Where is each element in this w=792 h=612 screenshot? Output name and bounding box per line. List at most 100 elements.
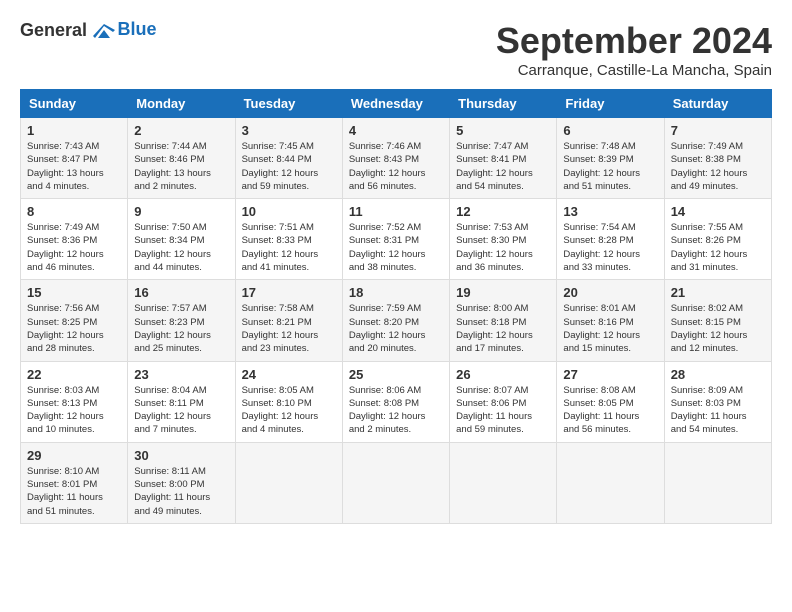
logo-icon bbox=[93, 24, 115, 40]
day-number: 15 bbox=[27, 285, 121, 300]
calendar-week-2: 8 Sunrise: 7:49 AMSunset: 8:36 PMDayligh… bbox=[21, 199, 772, 280]
day-number: 8 bbox=[27, 204, 121, 219]
day-info: Sunrise: 7:47 AMSunset: 8:41 PMDaylight:… bbox=[456, 141, 533, 192]
month-year-title: September 2024 bbox=[496, 20, 772, 62]
table-row: 1 Sunrise: 7:43 AMSunset: 8:47 PMDayligh… bbox=[21, 118, 128, 199]
table-row: 7 Sunrise: 7:49 AMSunset: 8:38 PMDayligh… bbox=[664, 118, 771, 199]
table-row bbox=[557, 442, 664, 523]
day-info: Sunrise: 7:44 AMSunset: 8:46 PMDaylight:… bbox=[134, 141, 211, 192]
table-row: 6 Sunrise: 7:48 AMSunset: 8:39 PMDayligh… bbox=[557, 118, 664, 199]
day-number: 11 bbox=[349, 204, 443, 219]
table-row: 10 Sunrise: 7:51 AMSunset: 8:33 PMDaylig… bbox=[235, 199, 342, 280]
day-number: 27 bbox=[563, 367, 657, 382]
day-info: Sunrise: 8:11 AMSunset: 8:00 PMDaylight:… bbox=[134, 466, 210, 517]
col-monday: Monday bbox=[128, 90, 235, 118]
day-info: Sunrise: 7:57 AMSunset: 8:23 PMDaylight:… bbox=[134, 303, 211, 354]
col-saturday: Saturday bbox=[664, 90, 771, 118]
table-row: 17 Sunrise: 7:58 AMSunset: 8:21 PMDaylig… bbox=[235, 280, 342, 361]
day-info: Sunrise: 7:49 AMSunset: 8:38 PMDaylight:… bbox=[671, 141, 748, 192]
table-row: 19 Sunrise: 8:00 AMSunset: 8:18 PMDaylig… bbox=[450, 280, 557, 361]
calendar-week-4: 22 Sunrise: 8:03 AMSunset: 8:13 PMDaylig… bbox=[21, 361, 772, 442]
table-row: 16 Sunrise: 7:57 AMSunset: 8:23 PMDaylig… bbox=[128, 280, 235, 361]
logo-blue-text: Blue bbox=[118, 19, 157, 40]
table-row bbox=[342, 442, 449, 523]
col-friday: Friday bbox=[557, 90, 664, 118]
day-info: Sunrise: 7:45 AMSunset: 8:44 PMDaylight:… bbox=[242, 141, 319, 192]
day-number: 25 bbox=[349, 367, 443, 382]
day-number: 22 bbox=[27, 367, 121, 382]
calendar-week-3: 15 Sunrise: 7:56 AMSunset: 8:25 PMDaylig… bbox=[21, 280, 772, 361]
day-info: Sunrise: 8:07 AMSunset: 8:06 PMDaylight:… bbox=[456, 385, 532, 436]
table-row: 22 Sunrise: 8:03 AMSunset: 8:13 PMDaylig… bbox=[21, 361, 128, 442]
day-info: Sunrise: 7:58 AMSunset: 8:21 PMDaylight:… bbox=[242, 303, 319, 354]
day-number: 30 bbox=[134, 448, 228, 463]
day-number: 28 bbox=[671, 367, 765, 382]
table-row: 20 Sunrise: 8:01 AMSunset: 8:16 PMDaylig… bbox=[557, 280, 664, 361]
table-row: 26 Sunrise: 8:07 AMSunset: 8:06 PMDaylig… bbox=[450, 361, 557, 442]
day-number: 23 bbox=[134, 367, 228, 382]
day-number: 1 bbox=[27, 123, 121, 138]
table-row: 13 Sunrise: 7:54 AMSunset: 8:28 PMDaylig… bbox=[557, 199, 664, 280]
col-thursday: Thursday bbox=[450, 90, 557, 118]
table-row: 21 Sunrise: 8:02 AMSunset: 8:15 PMDaylig… bbox=[664, 280, 771, 361]
day-info: Sunrise: 8:10 AMSunset: 8:01 PMDaylight:… bbox=[27, 466, 103, 517]
table-row: 23 Sunrise: 8:04 AMSunset: 8:11 PMDaylig… bbox=[128, 361, 235, 442]
table-row: 29 Sunrise: 8:10 AMSunset: 8:01 PMDaylig… bbox=[21, 442, 128, 523]
day-number: 7 bbox=[671, 123, 765, 138]
col-sunday: Sunday bbox=[21, 90, 128, 118]
day-number: 4 bbox=[349, 123, 443, 138]
day-info: Sunrise: 8:06 AMSunset: 8:08 PMDaylight:… bbox=[349, 385, 426, 436]
col-wednesday: Wednesday bbox=[342, 90, 449, 118]
table-row: 3 Sunrise: 7:45 AMSunset: 8:44 PMDayligh… bbox=[235, 118, 342, 199]
table-row: 8 Sunrise: 7:49 AMSunset: 8:36 PMDayligh… bbox=[21, 199, 128, 280]
day-info: Sunrise: 8:03 AMSunset: 8:13 PMDaylight:… bbox=[27, 385, 104, 436]
day-number: 6 bbox=[563, 123, 657, 138]
day-number: 2 bbox=[134, 123, 228, 138]
day-info: Sunrise: 8:08 AMSunset: 8:05 PMDaylight:… bbox=[563, 385, 639, 436]
logo: General Blue bbox=[20, 20, 157, 41]
table-row bbox=[664, 442, 771, 523]
location-subtitle: Carranque, Castille-La Mancha, Spain bbox=[496, 62, 772, 79]
calendar-week-5: 29 Sunrise: 8:10 AMSunset: 8:01 PMDaylig… bbox=[21, 442, 772, 523]
table-row: 4 Sunrise: 7:46 AMSunset: 8:43 PMDayligh… bbox=[342, 118, 449, 199]
day-number: 13 bbox=[563, 204, 657, 219]
day-number: 16 bbox=[134, 285, 228, 300]
day-info: Sunrise: 7:46 AMSunset: 8:43 PMDaylight:… bbox=[349, 141, 426, 192]
day-info: Sunrise: 7:50 AMSunset: 8:34 PMDaylight:… bbox=[134, 222, 211, 273]
day-info: Sunrise: 8:05 AMSunset: 8:10 PMDaylight:… bbox=[242, 385, 319, 436]
logo-general-text: General bbox=[20, 20, 116, 41]
calendar-table: Sunday Monday Tuesday Wednesday Thursday… bbox=[20, 89, 772, 524]
day-info: Sunrise: 7:59 AMSunset: 8:20 PMDaylight:… bbox=[349, 303, 426, 354]
table-row: 27 Sunrise: 8:08 AMSunset: 8:05 PMDaylig… bbox=[557, 361, 664, 442]
day-info: Sunrise: 8:02 AMSunset: 8:15 PMDaylight:… bbox=[671, 303, 748, 354]
table-row: 9 Sunrise: 7:50 AMSunset: 8:34 PMDayligh… bbox=[128, 199, 235, 280]
day-info: Sunrise: 8:04 AMSunset: 8:11 PMDaylight:… bbox=[134, 385, 211, 436]
day-info: Sunrise: 7:56 AMSunset: 8:25 PMDaylight:… bbox=[27, 303, 104, 354]
table-row: 12 Sunrise: 7:53 AMSunset: 8:30 PMDaylig… bbox=[450, 199, 557, 280]
calendar-header-row: Sunday Monday Tuesday Wednesday Thursday… bbox=[21, 90, 772, 118]
calendar-week-1: 1 Sunrise: 7:43 AMSunset: 8:47 PMDayligh… bbox=[21, 118, 772, 199]
day-number: 9 bbox=[134, 204, 228, 219]
day-number: 10 bbox=[242, 204, 336, 219]
logo-general-label: General bbox=[20, 20, 87, 40]
table-row: 24 Sunrise: 8:05 AMSunset: 8:10 PMDaylig… bbox=[235, 361, 342, 442]
table-row: 5 Sunrise: 7:47 AMSunset: 8:41 PMDayligh… bbox=[450, 118, 557, 199]
day-number: 3 bbox=[242, 123, 336, 138]
day-info: Sunrise: 8:00 AMSunset: 8:18 PMDaylight:… bbox=[456, 303, 533, 354]
day-number: 14 bbox=[671, 204, 765, 219]
day-number: 21 bbox=[671, 285, 765, 300]
table-row: 28 Sunrise: 8:09 AMSunset: 8:03 PMDaylig… bbox=[664, 361, 771, 442]
day-info: Sunrise: 7:43 AMSunset: 8:47 PMDaylight:… bbox=[27, 141, 104, 192]
day-info: Sunrise: 7:54 AMSunset: 8:28 PMDaylight:… bbox=[563, 222, 640, 273]
table-row bbox=[235, 442, 342, 523]
day-number: 12 bbox=[456, 204, 550, 219]
table-row: 2 Sunrise: 7:44 AMSunset: 8:46 PMDayligh… bbox=[128, 118, 235, 199]
day-number: 18 bbox=[349, 285, 443, 300]
day-info: Sunrise: 7:48 AMSunset: 8:39 PMDaylight:… bbox=[563, 141, 640, 192]
table-row: 18 Sunrise: 7:59 AMSunset: 8:20 PMDaylig… bbox=[342, 280, 449, 361]
day-info: Sunrise: 7:52 AMSunset: 8:31 PMDaylight:… bbox=[349, 222, 426, 273]
day-number: 24 bbox=[242, 367, 336, 382]
table-row: 14 Sunrise: 7:55 AMSunset: 8:26 PMDaylig… bbox=[664, 199, 771, 280]
day-number: 19 bbox=[456, 285, 550, 300]
col-tuesday: Tuesday bbox=[235, 90, 342, 118]
